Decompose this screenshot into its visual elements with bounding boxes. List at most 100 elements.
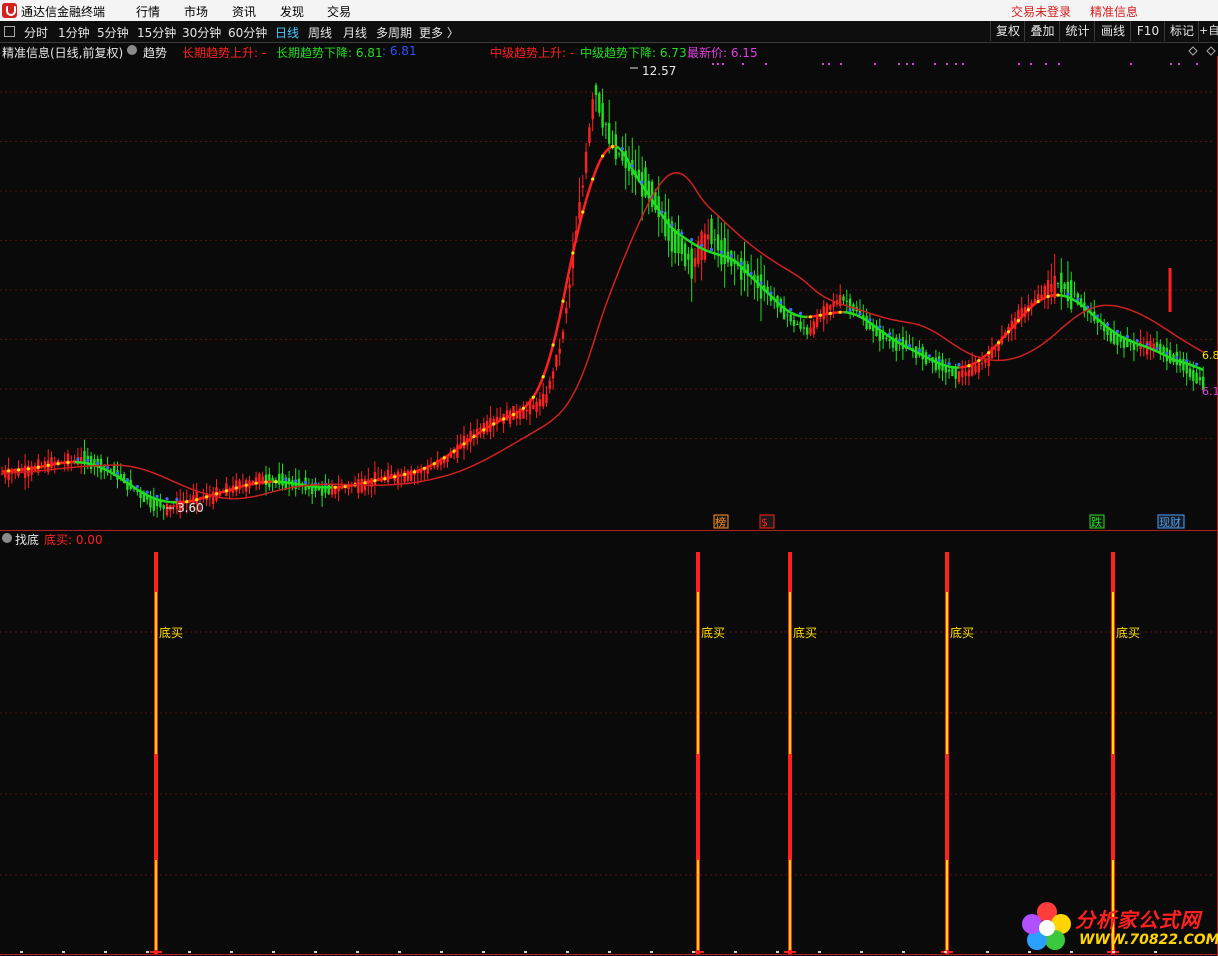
- candle-body: [555, 354, 558, 367]
- trend-dot: [1086, 305, 1090, 309]
- trend-line-segment: [1179, 360, 1184, 364]
- candle-body: [172, 505, 175, 508]
- trend-dot: [1036, 299, 1040, 304]
- candle-body: [1046, 280, 1050, 296]
- trend-dot: [927, 354, 931, 358]
- signal-label: 底买: [950, 625, 974, 640]
- candle-body: [934, 357, 938, 371]
- candle-body: [974, 365, 977, 373]
- candle-body: [687, 253, 690, 260]
- trend-dot: [125, 478, 129, 482]
- trend-line-segment: [912, 349, 917, 354]
- trend-dot: [630, 164, 634, 168]
- baseline-tick: [398, 951, 401, 953]
- trend-line-segment: [1133, 341, 1138, 345]
- trend-dot: [373, 479, 377, 483]
- candle-body: [551, 371, 555, 379]
- candle-body: [674, 230, 677, 254]
- trend-dot: [1006, 330, 1011, 334]
- trend-dot: [106, 465, 110, 470]
- trend-dot: [729, 254, 733, 258]
- candle-body: [591, 99, 594, 120]
- trend-line-segment: [150, 495, 155, 500]
- trend-line-segment: [407, 471, 412, 475]
- kline-chart[interactable]: 12.57 3.60 6.8 6.1 榜 $ 跌 现财底买 底买 底买 底买 底买: [0, 0, 1218, 956]
- candle-body: [1159, 343, 1162, 353]
- trend-line-segment: [691, 241, 696, 246]
- trend-dot: [165, 497, 169, 501]
- long-trend-line: [1, 172, 1204, 500]
- trend-dot: [799, 311, 803, 315]
- trend-line-segment: [436, 458, 442, 463]
- candle-body: [548, 380, 551, 389]
- candle-body: [723, 238, 726, 265]
- trend-line-segment: [387, 476, 392, 480]
- trend-dot: [333, 485, 337, 489]
- candle-body: [977, 362, 980, 373]
- baseline-tick: [272, 951, 275, 953]
- trend-line-segment: [110, 471, 115, 476]
- trend-line-segment: [551, 331, 558, 346]
- candle-body: [967, 369, 971, 377]
- trend-dot: [36, 465, 40, 469]
- trend-dot: [1155, 346, 1159, 351]
- trend-line-segment: [594, 161, 601, 171]
- trend-line-segment: [945, 364, 950, 368]
- signal-dot: [946, 63, 948, 65]
- trend-line-segment: [97, 465, 102, 469]
- candle-body: [50, 457, 53, 468]
- trend-line-segment: [1192, 364, 1198, 369]
- event-marker-label: 跌: [1091, 515, 1102, 529]
- trend-dot: [1105, 322, 1110, 326]
- trend-line-segment: [925, 355, 930, 360]
- watermark-url: WWW.70822.COM: [1079, 932, 1218, 948]
- candle-body: [690, 248, 693, 279]
- trend-line-segment: [1173, 358, 1178, 362]
- trend-line-segment: [721, 254, 726, 258]
- trend-line-segment: [796, 314, 801, 318]
- candle-body: [792, 320, 796, 326]
- trend-line-segment: [793, 313, 798, 317]
- candle-body: [386, 469, 390, 483]
- trend-line-segment: [1156, 350, 1161, 355]
- trend-line-segment: [535, 384, 542, 393]
- candle-body: [532, 404, 535, 410]
- trend-dot: [274, 480, 278, 484]
- candle-body: [581, 185, 584, 188]
- trend-dot: [709, 247, 714, 252]
- trend-dot: [521, 406, 526, 410]
- baseline-tick: [776, 951, 779, 953]
- trend-line-segment: [938, 362, 943, 366]
- candle-body: [822, 306, 825, 320]
- candle-body: [601, 103, 604, 128]
- candle-body: [598, 93, 601, 113]
- signal-dot: [1030, 63, 1032, 65]
- trend-dot: [1175, 356, 1179, 360]
- candle-body: [947, 369, 951, 372]
- trend-line-segment: [548, 344, 555, 358]
- candle-body: [327, 484, 330, 495]
- trend-dot: [224, 489, 228, 493]
- signal-dot: [840, 63, 842, 65]
- trend-line-segment: [160, 499, 164, 503]
- baseline-tick: [314, 951, 317, 953]
- signal-dot: [1058, 63, 1060, 65]
- trend-line-segment: [103, 467, 109, 472]
- candle-body: [697, 241, 700, 264]
- candle-body: [789, 314, 792, 322]
- signal-label: 底买: [159, 625, 183, 640]
- trend-line-segment: [1143, 344, 1148, 349]
- trend-dot: [601, 154, 605, 158]
- trend-line-segment: [1159, 351, 1165, 356]
- candle-body: [357, 479, 360, 493]
- candle-body: [433, 466, 436, 468]
- trend-line-segment: [908, 347, 914, 352]
- baseline-tick: [62, 951, 65, 953]
- trend-line-segment: [922, 354, 927, 359]
- trend-line-segment: [813, 314, 818, 318]
- event-marker-label: $: [761, 516, 768, 529]
- trend-dot: [937, 358, 941, 362]
- trend-line-segment: [397, 474, 402, 478]
- trend-dot: [1135, 339, 1139, 343]
- signal-bar-yellow: [1112, 592, 1114, 754]
